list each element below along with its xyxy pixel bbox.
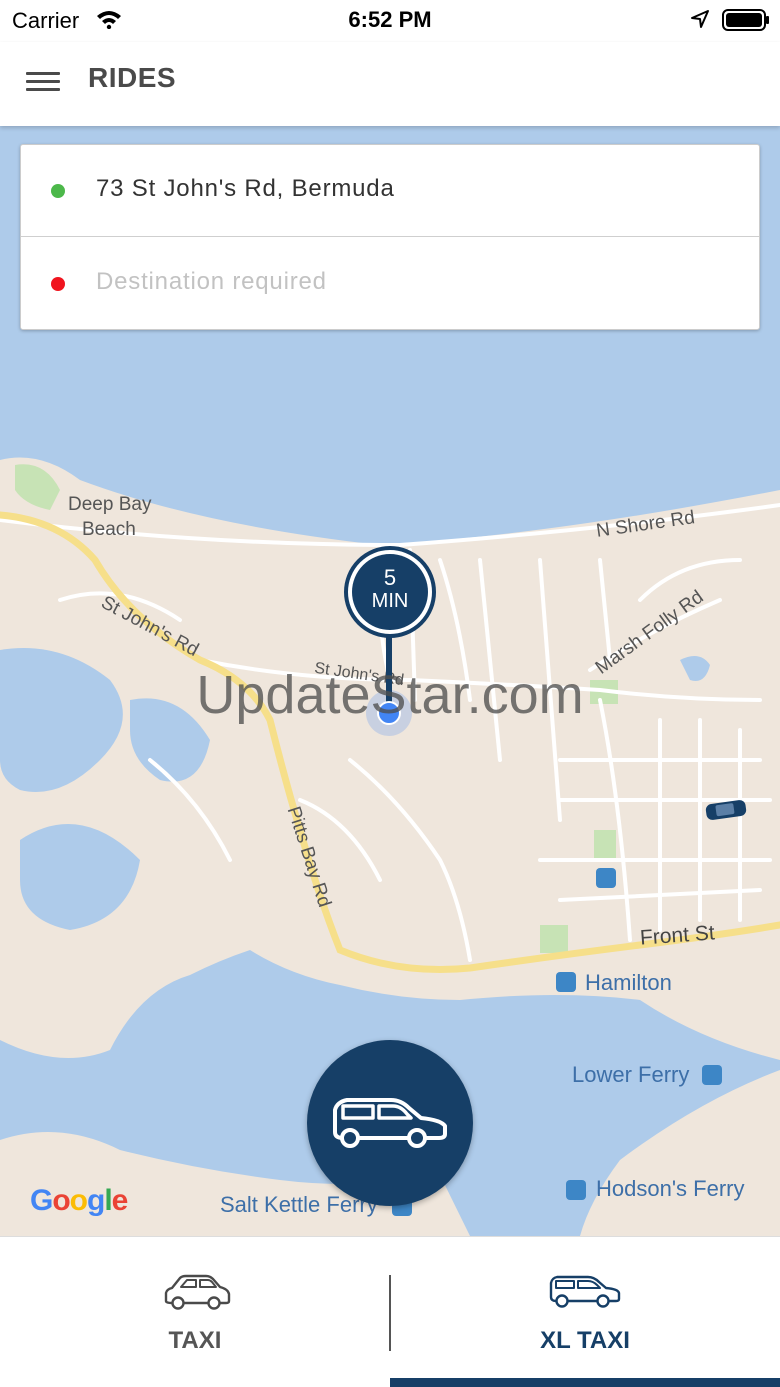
suv-icon <box>549 1275 621 1308</box>
tab-xl-taxi[interactable]: XL TAXI <box>390 1237 780 1387</box>
map-label-hamilton: Hamilton <box>585 970 672 995</box>
hamburger-menu-icon[interactable] <box>20 62 66 102</box>
google-logo-letter: G <box>30 1184 53 1217</box>
tab-xl-taxi-label: XL TAXI <box>540 1327 630 1354</box>
tab-taxi[interactable]: TAXI <box>0 1237 390 1387</box>
app-header: RIDES <box>0 42 780 126</box>
google-logo-letter: g <box>87 1184 105 1217</box>
address-card: 73 St John's Rd, Bermuda Destination req… <box>20 144 760 330</box>
eta-unit: MIN <box>371 590 409 612</box>
eta-pin-stem <box>386 634 392 704</box>
google-logo-letter: e <box>111 1184 129 1217</box>
map-label-hodsons-ferry: Hodson's Ferry <box>596 1176 745 1201</box>
destination-placeholder: Destination required <box>96 268 327 295</box>
map-label-lower-ferry: Lower Ferry <box>572 1062 690 1087</box>
request-ride-button[interactable] <box>307 1040 473 1206</box>
tab-taxi-label: TAXI <box>168 1327 222 1354</box>
pickup-dot-icon <box>51 184 65 198</box>
status-bar: Carrier 6:52 PM <box>0 0 780 42</box>
page-title: RIDES <box>88 62 177 93</box>
google-logo-letter: o <box>52 1184 70 1217</box>
destination-dot-icon <box>51 277 65 291</box>
pickup-field[interactable]: 73 St John's Rd, Bermuda <box>21 145 759 237</box>
battery-icon <box>722 9 770 36</box>
destination-field[interactable]: Destination required <box>21 238 759 330</box>
app-root: Carrier 6:52 PM RIDES Deep Bay Beach N S… <box>0 0 780 1387</box>
tab-selected-indicator <box>390 1378 780 1387</box>
car-icon <box>164 1274 231 1310</box>
pickup-address: 73 St John's Rd, Bermuda <box>96 175 395 202</box>
google-logo-letter: o <box>69 1184 88 1217</box>
user-location-dot <box>377 701 401 725</box>
eta-value: 5 <box>383 565 397 590</box>
carrier-label: Carrier <box>12 8 80 33</box>
car-icon <box>333 1098 447 1148</box>
ride-type-tab-bar: TAXI XL TAXI <box>0 1236 780 1387</box>
google-logo: Google <box>30 1184 129 1218</box>
google-logo-letter: l <box>104 1184 112 1217</box>
eta-pin[interactable]: 5 MIN <box>344 546 436 638</box>
map-label-deep-bay: Deep Bay <box>68 494 152 515</box>
wifi-icon <box>96 9 122 34</box>
location-arrow-icon <box>690 9 710 34</box>
map-label-beach: Beach <box>82 519 136 540</box>
